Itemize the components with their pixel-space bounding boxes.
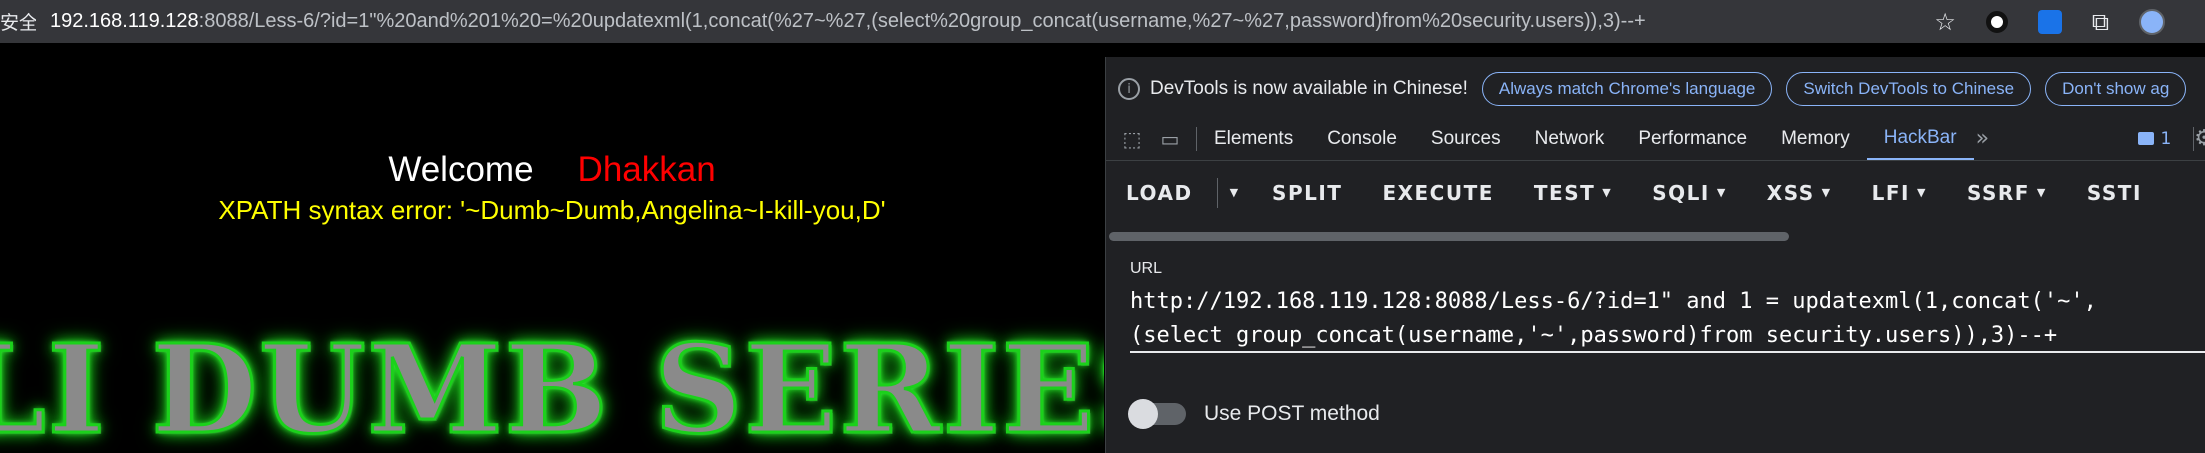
puzzle-icon[interactable]: ⧉	[2092, 10, 2109, 34]
url-line-2: (select group_concat(username,'~',passwo…	[1130, 323, 2058, 348]
info-icon: i	[1118, 78, 1140, 100]
url-field-label: URL	[1130, 260, 1163, 277]
more-tabs-chevron-icon[interactable]: »	[1976, 126, 1989, 151]
test-menu-button[interactable]: TEST ▼	[1514, 161, 1632, 224]
gear-icon[interactable]: ⚙	[2194, 126, 2205, 151]
hackbar-url-textarea[interactable]: http://192.168.119.128:8088/Less-6/?id=1…	[1130, 285, 2205, 353]
post-method-row: Use POST method	[1128, 399, 1380, 429]
sqli-menu-button[interactable]: SQLI ▼	[1632, 161, 1747, 224]
ssti-menu-button[interactable]: SSTI	[2067, 161, 2162, 224]
browser-toolbar-icons: ☆ ⧉	[1934, 0, 2165, 43]
dont-show-again-button[interactable]: Don't show ag	[2045, 72, 2187, 106]
url-rest: :8088/Less-6/?id=1"%20and%201%20=%20upda…	[198, 10, 1646, 32]
tab-performance[interactable]: Performance	[1621, 117, 1764, 160]
tab-hackbar[interactable]: HackBar	[1866, 117, 1974, 160]
test-label: TEST	[1533, 180, 1596, 205]
chevron-down-icon: ▼	[1916, 186, 1927, 199]
security-label[interactable]: 安全	[0, 8, 36, 35]
load-dropdown-caret-icon[interactable]: ▼	[1224, 186, 1252, 199]
toggle-knob	[1128, 399, 1158, 429]
issues-badge[interactable]: 1	[2138, 129, 2171, 149]
chevron-down-icon: ▼	[1821, 186, 1832, 199]
tab-memory[interactable]: Memory	[1764, 117, 1867, 160]
load-divider	[1216, 177, 1218, 208]
welcome-row: Welcome Dhakkan	[0, 150, 1104, 190]
lfi-label: LFI	[1871, 180, 1910, 205]
xss-menu-button[interactable]: XSS ▼	[1747, 161, 1852, 224]
welcome-text: Welcome	[388, 150, 534, 189]
ssrf-menu-button[interactable]: SSRF ▼	[1947, 161, 2067, 224]
url-host: 192.168.119.128	[50, 10, 199, 32]
star-icon[interactable]: ☆	[1934, 10, 1956, 34]
tab-sources[interactable]: Sources	[1414, 117, 1518, 160]
issues-count: 1	[2160, 128, 2172, 149]
tab-network[interactable]: Network	[1518, 117, 1622, 160]
chevron-down-icon: ▼	[2036, 186, 2047, 199]
lfi-menu-button[interactable]: LFI ▼	[1852, 161, 1947, 224]
switch-to-chinese-button[interactable]: Switch DevTools to Chinese	[1786, 72, 2032, 106]
device-toolbar-icon[interactable]: ▭	[1158, 127, 1182, 151]
post-method-toggle[interactable]	[1128, 399, 1186, 429]
ssrf-label: SSRF	[1966, 180, 2030, 205]
issues-icon	[2138, 132, 2155, 145]
hackbar-toolbar-scrollbar[interactable]	[1109, 232, 1789, 241]
sqli-label: SQLI	[1652, 180, 1710, 205]
welcome-name: Dhakkan	[577, 150, 716, 189]
xss-label: XSS	[1766, 180, 1815, 205]
infobar-text: DevTools is now available in Chinese!	[1150, 78, 1468, 99]
split-button[interactable]: SPLIT	[1252, 161, 1362, 224]
execute-button[interactable]: EXECUTE	[1362, 161, 1513, 224]
post-method-label: Use POST method	[1204, 402, 1380, 425]
extension-circle-icon[interactable]	[1985, 10, 2008, 33]
tab-console[interactable]: Console	[1310, 117, 1414, 160]
url-input[interactable]: 192.168.119.128:8088/Less-6/?id=1"%20and…	[50, 10, 1646, 33]
devtools-tab-bar: ⬚ ▭ Elements Console Sources Network Per…	[1106, 117, 2205, 161]
devtools-panel: i DevTools is now available in Chinese! …	[1105, 57, 2205, 453]
chevron-down-icon: ▼	[1602, 186, 1613, 199]
page-content: Welcome Dhakkan XPATH syntax error: '~Dum…	[0, 57, 1104, 453]
profile-avatar-icon[interactable]	[2139, 8, 2165, 35]
load-button[interactable]: LOAD	[1106, 161, 1213, 224]
sqli-dumb-series-banner: LI DUMB SERIES	[0, 316, 1104, 453]
xpath-error-message: XPATH syntax error: '~Dumb~Dumb,Angelina…	[218, 195, 886, 225]
devtools-language-infobar: i DevTools is now available in Chinese! …	[1106, 69, 2205, 109]
tab-elements[interactable]: Elements	[1197, 117, 1310, 160]
address-bar: 安全 192.168.119.128:8088/Less-6/?id=1"%20…	[0, 0, 2205, 43]
inspect-element-icon[interactable]: ⬚	[1120, 127, 1144, 151]
url-line-1: http://192.168.119.128:8088/Less-6/?id=1…	[1130, 289, 2097, 314]
extension-blue-icon[interactable]	[2037, 9, 2062, 34]
hackbar-toolbar: LOAD ▼ SPLIT EXECUTE TEST ▼ SQLI ▼ XSS ▼ LF…	[1106, 161, 2205, 224]
always-match-language-button[interactable]: Always match Chrome's language	[1481, 72, 1773, 106]
chevron-down-icon: ▼	[1716, 186, 1727, 199]
